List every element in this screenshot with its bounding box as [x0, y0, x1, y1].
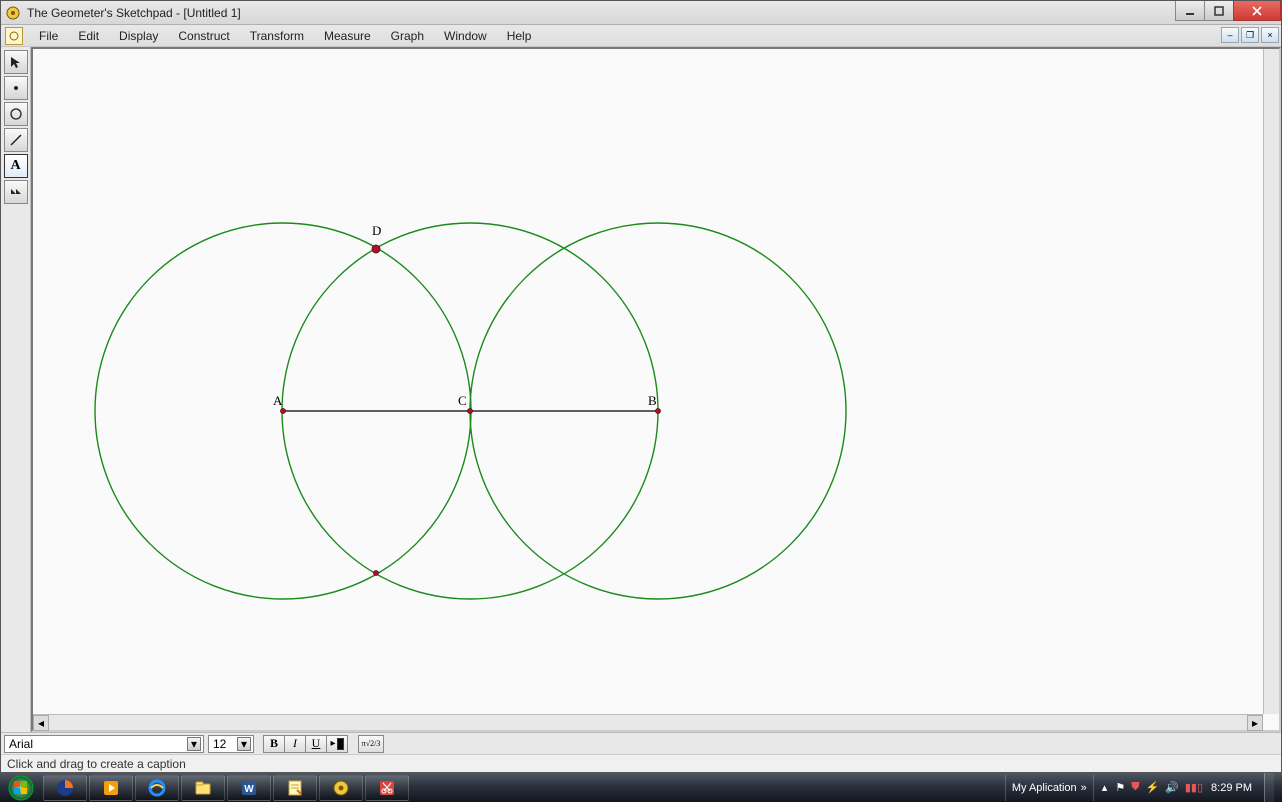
point-tool[interactable]: [4, 76, 28, 100]
menu-construct[interactable]: Construct: [168, 27, 239, 45]
task-notes[interactable]: [273, 775, 317, 801]
arrow-tool[interactable]: [4, 50, 28, 74]
menu-graph[interactable]: Graph: [381, 27, 434, 45]
task-mediaplayer[interactable]: [89, 775, 133, 801]
sketch-canvas[interactable]: A B C D: [33, 49, 1263, 714]
scroll-left-icon[interactable]: ◂: [33, 715, 49, 731]
app-icon: [5, 5, 21, 21]
system-tray: My Aplication » ▴ ⚑ ⛊ ⚡ 🔊 ▮▮▯ 8:29 PM: [1005, 773, 1282, 802]
task-word[interactable]: W: [227, 775, 271, 801]
task-explorer[interactable]: [181, 775, 225, 801]
color-button[interactable]: ▸: [326, 735, 348, 753]
color-swatch-icon: [337, 738, 344, 750]
point-label[interactable]: B: [648, 393, 657, 409]
menu-edit[interactable]: Edit: [68, 27, 109, 45]
maximize-button[interactable]: [1204, 1, 1234, 21]
volume-icon[interactable]: 🔊: [1165, 781, 1179, 794]
line-tool[interactable]: [4, 128, 28, 152]
show-desktop-button[interactable]: [1264, 773, 1274, 802]
doc-icon: [5, 27, 23, 45]
canvas-shell: A B C D ◂ ▸: [31, 47, 1281, 732]
point[interactable]: [281, 409, 286, 414]
doc-window-controls: ‒ ❐ ×: [1221, 27, 1279, 43]
chevron-right-icon: »: [1081, 782, 1087, 794]
status-bar: Click and drag to create a caption: [1, 754, 1281, 772]
doc-minimize-button[interactable]: ‒: [1221, 27, 1239, 43]
task-firefox[interactable]: [43, 775, 87, 801]
window-controls: [1176, 1, 1281, 21]
point-label[interactable]: A: [273, 393, 282, 409]
close-button[interactable]: [1233, 1, 1281, 21]
text-tool[interactable]: A: [4, 154, 28, 178]
point-label[interactable]: D: [372, 223, 381, 239]
work-area: A A B C D ◂ ▸: [1, 47, 1281, 732]
app-window: The Geometer's Sketchpad - [Untitled 1] …: [0, 0, 1282, 773]
doc-close-button[interactable]: ×: [1261, 27, 1279, 43]
vertical-scrollbar[interactable]: [1263, 49, 1279, 714]
dropdown-arrow-icon[interactable]: ▾: [237, 737, 251, 751]
menu-file[interactable]: File: [29, 27, 68, 45]
title-bar[interactable]: The Geometer's Sketchpad - [Untitled 1]: [1, 1, 1281, 25]
network-icon[interactable]: ▮▮▯: [1185, 781, 1203, 794]
point[interactable]: [372, 245, 380, 253]
menu-help[interactable]: Help: [497, 27, 542, 45]
battery-icon[interactable]: ⚡: [1145, 781, 1159, 794]
task-sketchpad[interactable]: [319, 775, 363, 801]
task-snip[interactable]: [365, 775, 409, 801]
menu-measure[interactable]: Measure: [314, 27, 381, 45]
underline-button[interactable]: U: [305, 735, 327, 753]
point-label[interactable]: C: [458, 393, 467, 409]
tray-icons: ⚑ ⛊ ⚡ 🔊 ▮▮▯: [1115, 781, 1203, 794]
status-text: Click and drag to create a caption: [7, 757, 186, 771]
font-value: Arial: [9, 737, 33, 751]
dropdown-arrow-icon[interactable]: ▾: [187, 737, 201, 751]
bold-button[interactable]: B: [263, 735, 285, 753]
custom-tool[interactable]: [4, 180, 28, 204]
point[interactable]: [656, 409, 661, 414]
size-value: 12: [213, 737, 226, 751]
start-button[interactable]: [0, 773, 42, 802]
menu-bar: File Edit Display Construct Transform Me…: [1, 25, 1281, 47]
tray-app[interactable]: My Aplication »: [1005, 775, 1094, 801]
tray-overflow-icon[interactable]: ▴: [1102, 781, 1108, 794]
point[interactable]: [374, 571, 379, 576]
taskbar[interactable]: W My Aplication » ▴ ⚑ ⛊ ⚡ 🔊 ▮▮▯ 8:29 PM: [0, 773, 1282, 802]
style-buttons: B I U ▸: [264, 735, 348, 753]
window-title: The Geometer's Sketchpad - [Untitled 1]: [27, 6, 241, 20]
minimize-button[interactable]: [1175, 1, 1205, 21]
math-format-button[interactable]: π√2/3: [358, 735, 384, 753]
menu-display[interactable]: Display: [109, 27, 168, 45]
menu-transform[interactable]: Transform: [240, 27, 314, 45]
scroll-right-icon[interactable]: ▸: [1247, 715, 1263, 731]
format-bar: Arial ▾ 12 ▾ B I U ▸ π√2/3: [1, 732, 1281, 754]
italic-button[interactable]: I: [284, 735, 306, 753]
clock[interactable]: 8:29 PM: [1211, 782, 1256, 794]
circle-tool[interactable]: [4, 102, 28, 126]
svg-text:W: W: [244, 784, 254, 795]
flag-icon[interactable]: ⚑: [1115, 781, 1125, 794]
menu-window[interactable]: Window: [434, 27, 497, 45]
shield-icon[interactable]: ⛊: [1131, 781, 1139, 794]
horizontal-scrollbar[interactable]: ◂ ▸: [33, 714, 1263, 730]
point[interactable]: [468, 409, 473, 414]
doc-restore-button[interactable]: ❐: [1241, 27, 1259, 43]
size-combo[interactable]: 12 ▾: [208, 735, 254, 753]
font-combo[interactable]: Arial ▾: [4, 735, 204, 753]
task-ie[interactable]: [135, 775, 179, 801]
toolbox: A: [1, 47, 31, 732]
